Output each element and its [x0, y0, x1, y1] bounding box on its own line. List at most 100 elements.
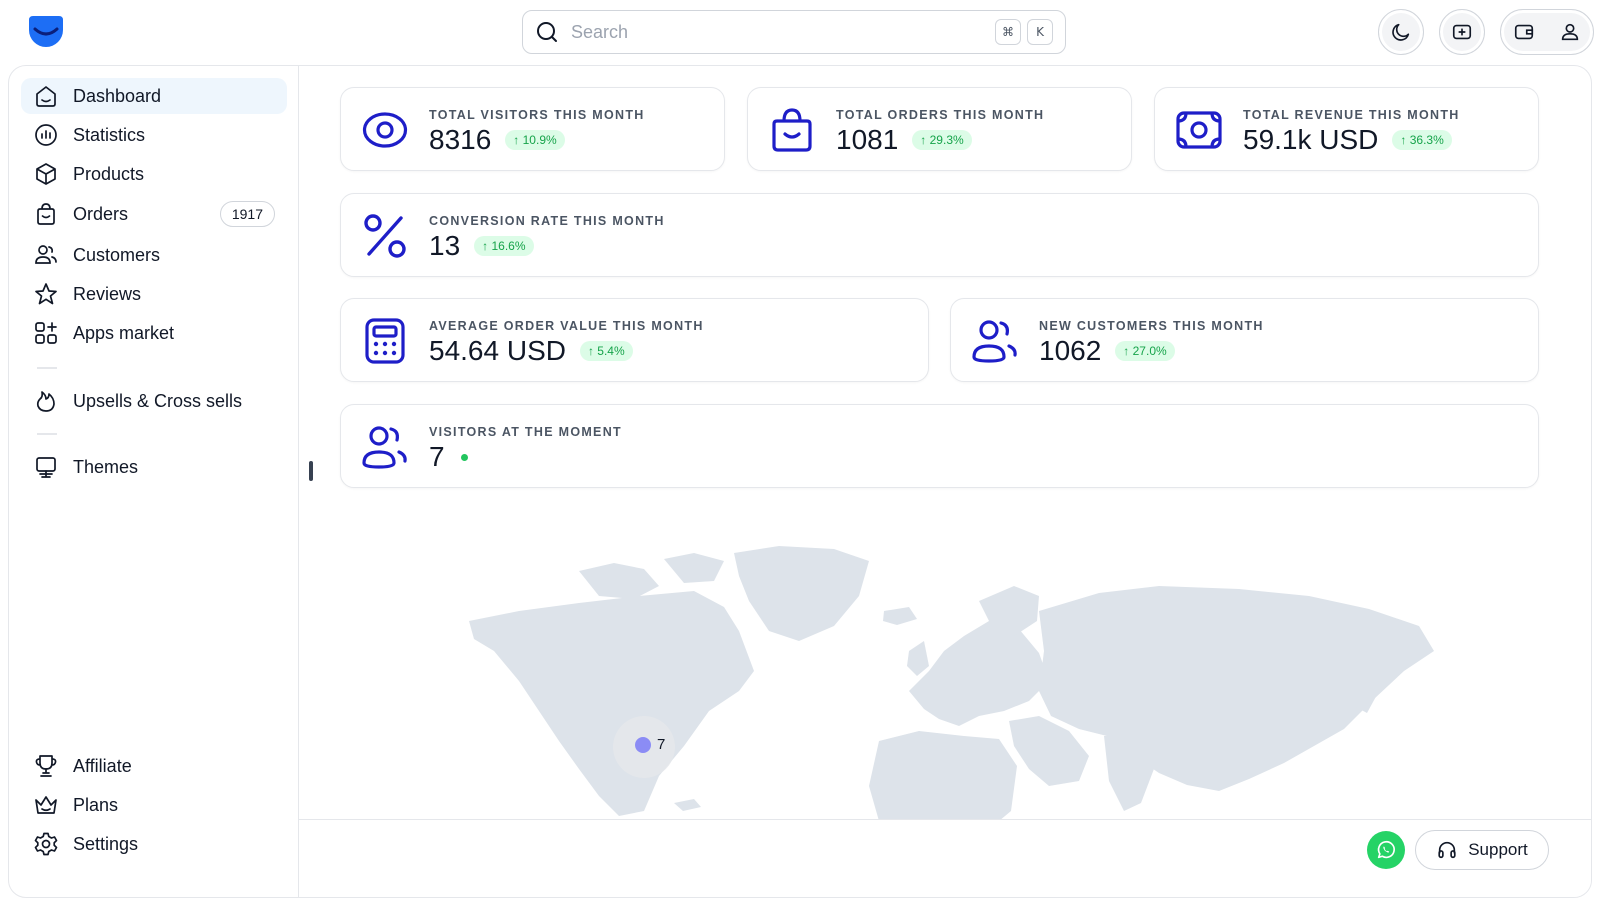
eye-icon: [362, 112, 408, 148]
sidebar-item-reviews[interactable]: Reviews: [21, 276, 287, 312]
easel-icon: [36, 457, 56, 478]
sidebar-item-themes[interactable]: Themes: [21, 449, 287, 485]
home-icon: [36, 86, 56, 107]
stat-change-badge: ↑ 36.3%: [1392, 130, 1452, 150]
stat-card-conversion-rate: CONVERSION RATE THIS MONTH 13 ↑ 16.6%: [340, 193, 1539, 277]
sidebar-item-label: Dashboard: [73, 85, 162, 106]
support-button[interactable]: Support: [1415, 830, 1549, 870]
stat-value: 1062: [1039, 335, 1102, 366]
sidebar-item-apps-market[interactable]: Apps market: [21, 315, 287, 351]
sidebar-item-plans[interactable]: Plans: [21, 787, 287, 823]
calculator-icon: [365, 318, 405, 364]
map-uk: [907, 641, 929, 676]
whatsapp-button[interactable]: [1367, 831, 1405, 869]
sidebar-item-statistics[interactable]: Statistics: [21, 117, 287, 153]
stat-label: TOTAL ORDERS THIS MONTH: [836, 108, 1045, 122]
sidebar-item-label: Upsells & Cross sells: [73, 390, 243, 411]
sidebar-item-affiliate[interactable]: Affiliate: [21, 748, 287, 784]
moon-icon: [1392, 23, 1410, 41]
sidebar-item-label: Customers: [73, 244, 161, 265]
map-iceland: [883, 607, 917, 625]
crown-icon: [35, 796, 57, 814]
wallet-icon[interactable]: [1513, 21, 1535, 43]
stat-value: 1081: [836, 124, 899, 155]
orders-count-badge: 1917: [219, 201, 275, 227]
stat-change-badge: ↑ 5.4%: [579, 341, 633, 361]
sidebar-item-label: Statistics: [73, 124, 146, 145]
stat-value: 54.64 USD: [429, 335, 566, 366]
chart-icon: [35, 124, 57, 146]
stat-value-row: 59.1k USD ↑ 36.3%: [1243, 124, 1452, 156]
map-greenland: [734, 546, 869, 641]
stat-label: AVERAGE ORDER VALUE THIS MONTH: [429, 319, 704, 333]
percent-icon: [364, 214, 406, 258]
sidebar-item-customers[interactable]: Customers: [21, 237, 287, 273]
users-icon: [972, 320, 1017, 363]
sidebar-item-label: Reviews: [73, 283, 142, 304]
money-icon: [1176, 111, 1222, 149]
live-indicator-dot: [460, 453, 468, 461]
map-arctic-islands: [579, 563, 659, 599]
logo-icon[interactable]: [26, 12, 66, 52]
gear-icon: [34, 832, 58, 856]
whatsapp-icon: [1377, 840, 1395, 859]
stat-change-badge: ↑ 29.3%: [912, 130, 972, 150]
stat-change-badge: ↑ 27.0%: [1115, 341, 1175, 361]
map-caribbean: [674, 799, 701, 811]
stat-card-average-order-value: AVERAGE ORDER VALUE THIS MONTH 54.64 USD…: [340, 298, 929, 382]
world-map[interactable]: [439, 541, 1439, 821]
sidebar-item-products[interactable]: Products: [21, 156, 287, 192]
stat-card-total-revenue: TOTAL REVENUE THIS MONTH 59.1k USD ↑ 36.…: [1154, 87, 1539, 171]
sidebar-item-label: Apps market: [73, 322, 175, 343]
sidebar-resize-handle[interactable]: [309, 461, 313, 481]
sidebar-item-orders[interactable]: Orders 1917: [21, 196, 287, 232]
footer-bar: Support: [299, 819, 1591, 897]
stat-value-row: 1081 ↑ 29.3%: [836, 124, 972, 156]
stat-label: TOTAL VISITORS THIS MONTH: [429, 108, 645, 122]
stat-card-total-orders: TOTAL ORDERS THIS MONTH 1081 ↑ 29.3%: [747, 87, 1132, 171]
sidebar-item-label: Affiliate: [73, 755, 132, 776]
stat-value-row: 1062 ↑ 27.0%: [1039, 335, 1175, 367]
stat-value: 13: [429, 230, 461, 261]
stat-label: VISITORS AT THE MOMENT: [429, 425, 622, 439]
stat-card-visitors-now: VISITORS AT THE MOMENT 7: [340, 404, 1539, 488]
star-icon: [35, 283, 57, 305]
stat-value-row: 7: [429, 441, 468, 473]
stat-label: TOTAL REVENUE THIS MONTH: [1243, 108, 1460, 122]
shortcut-k-key: K: [1027, 19, 1053, 45]
bag-icon: [37, 203, 55, 225]
search-icon: [537, 22, 557, 42]
sidebar-item-label: Orders: [73, 203, 129, 224]
search-placeholder[interactable]: Search: [571, 22, 989, 43]
stat-value-row: 54.64 USD ↑ 5.4%: [429, 335, 633, 367]
stat-label: NEW CUSTOMERS THIS MONTH: [1039, 319, 1264, 333]
stat-change-badge: ↑ 16.6%: [474, 236, 534, 256]
stat-value-row: 13 ↑ 16.6%: [429, 230, 534, 262]
headset-icon: [1438, 841, 1456, 859]
apps-icon: [35, 322, 57, 344]
sidebar-item-dashboard[interactable]: Dashboard: [21, 78, 287, 114]
sidebar-item-label: Settings: [73, 833, 139, 854]
stat-label: CONVERSION RATE THIS MONTH: [429, 214, 665, 228]
ticket-button[interactable]: [1439, 9, 1485, 55]
stat-value: 59.1k USD: [1243, 124, 1379, 155]
ticket-icon: [1452, 24, 1472, 40]
map-marker-dot[interactable]: [635, 737, 651, 753]
dark-mode-button[interactable]: [1378, 9, 1424, 55]
sidebar-item-upsells[interactable]: Upsells & Cross sells: [21, 383, 287, 419]
stat-card-new-customers: NEW CUSTOMERS THIS MONTH 1062 ↑ 27.0%: [950, 298, 1539, 382]
sidebar: Dashboard Statistics Products Orders 191…: [9, 66, 299, 897]
top-bar: Search ⌘ K: [0, 0, 1600, 64]
stat-card-total-visitors: TOTAL VISITORS THIS MONTH 8316 ↑ 10.9%: [340, 87, 725, 171]
map-arctic-islands: [664, 553, 724, 583]
search-bar[interactable]: Search ⌘ K: [522, 10, 1066, 54]
bag-icon: [772, 108, 812, 152]
shortcut-mod-key: ⌘: [995, 19, 1021, 45]
box-icon: [36, 163, 56, 185]
sidebar-item-label: Products: [73, 163, 145, 184]
users-icon: [35, 245, 57, 264]
flame-icon: [36, 391, 55, 412]
sidebar-item-settings[interactable]: Settings: [21, 826, 287, 862]
user-icon[interactable]: [1559, 21, 1581, 43]
map-north-america: [469, 591, 754, 816]
